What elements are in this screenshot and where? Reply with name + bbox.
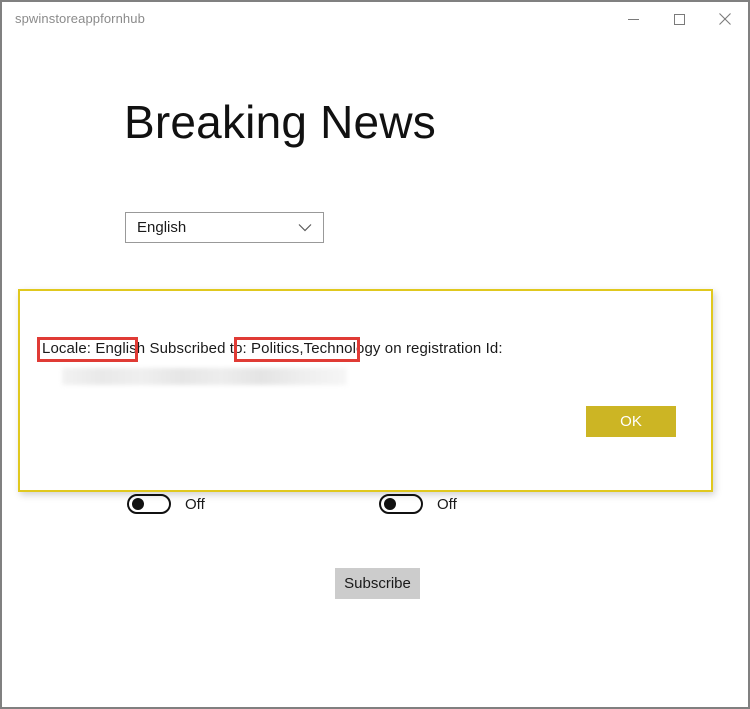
- window-title: spwinstoreappfornhub: [15, 11, 145, 26]
- app-window: spwinstoreappfornhub Breaking News Engli…: [0, 0, 750, 709]
- dialog-message-text: Locale: English Subscribed to: Politics,…: [42, 340, 503, 357]
- toggle-knob: [384, 498, 396, 510]
- message-dialog: Locale: English Subscribed to: Politics,…: [18, 289, 713, 492]
- toggle-technology[interactable]: Off: [379, 494, 457, 514]
- minimize-button[interactable]: [610, 2, 656, 36]
- toggle-switch[interactable]: [127, 494, 171, 514]
- toggle-switch[interactable]: [379, 494, 423, 514]
- minimize-icon: [627, 13, 640, 26]
- page-title: Breaking News: [124, 96, 436, 148]
- toggle-knob: [132, 498, 144, 510]
- locale-select-value: English: [137, 219, 187, 236]
- locale-select[interactable]: English: [125, 212, 324, 243]
- toggle-politics[interactable]: Off: [127, 494, 205, 514]
- toggle-state-label: Off: [437, 495, 457, 513]
- window-controls: [610, 2, 748, 36]
- ok-button[interactable]: OK: [586, 406, 676, 437]
- registration-id-redacted: [62, 368, 347, 385]
- toggle-state-label: Off: [185, 495, 205, 513]
- maximize-button[interactable]: [656, 2, 702, 36]
- close-button[interactable]: [702, 2, 748, 36]
- maximize-icon: [673, 13, 686, 26]
- subscribe-button[interactable]: Subscribe: [335, 568, 420, 599]
- close-icon: [718, 12, 732, 26]
- title-bar: spwinstoreappfornhub: [2, 2, 748, 34]
- chevron-down-icon: [298, 223, 312, 232]
